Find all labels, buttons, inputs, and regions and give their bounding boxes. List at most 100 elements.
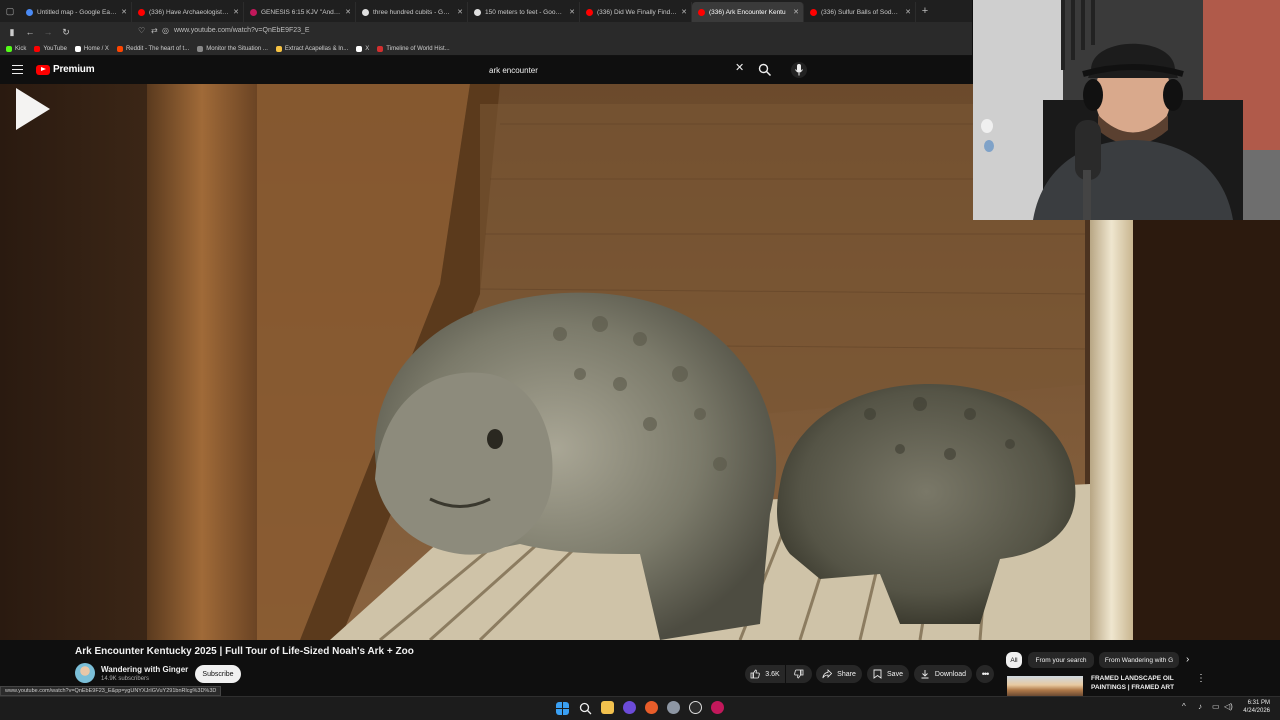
- bookmark-label: YouTube: [43, 45, 67, 52]
- site-info-icon[interactable]: ◎: [162, 26, 169, 35]
- youtube-logo[interactable]: Premium: [36, 64, 95, 75]
- video-title: Ark Encounter Kentucky 2025 | Full Tour …: [75, 646, 414, 657]
- bookmark-star-icon[interactable]: ♡: [138, 26, 145, 35]
- share-label: Share: [837, 670, 856, 678]
- reload-button[interactable]: ↻: [57, 23, 75, 41]
- firefox-icon[interactable]: [645, 701, 658, 714]
- tab-close-icon[interactable]: ✕: [793, 8, 799, 16]
- bookmark-favicon-icon: [377, 45, 384, 52]
- forward-button[interactable]: →: [39, 23, 57, 41]
- bookmarks-bar: Kick YouTube Home / X Reddit - The heart of…: [0, 42, 972, 56]
- network-icon[interactable]: ▭: [1212, 702, 1220, 711]
- windows-start-icon[interactable]: [556, 702, 569, 715]
- file-explorer-icon[interactable]: [601, 701, 614, 714]
- chip-all[interactable]: All: [1006, 652, 1022, 668]
- more-actions-button[interactable]: •••: [976, 665, 994, 683]
- thumbs-down-icon: [794, 669, 804, 679]
- tab-title: three hundred cubits - Google: [373, 8, 454, 16]
- status-bar-url: www.youtube.com/watch?v=QnEbE9F23_E&pp=y…: [0, 686, 222, 696]
- dislike-button[interactable]: [786, 665, 812, 683]
- tab-title: (336) Did We Finally Find Noah: [597, 8, 677, 16]
- app-icon[interactable]: [711, 701, 724, 714]
- tab-favicon-icon: [810, 8, 817, 16]
- tab-favicon-icon: [250, 8, 257, 16]
- tab-close-icon[interactable]: ✕: [121, 8, 127, 16]
- bookmark-label: Home / X: [83, 45, 109, 52]
- microphone-tray-icon[interactable]: ♪: [1198, 702, 1202, 711]
- tab-close-icon[interactable]: ✕: [345, 8, 351, 16]
- recommendation-title[interactable]: FRAMED LANDSCAPE OIL PAINTINGS | FRAMED …: [1091, 674, 1191, 692]
- bookmark-label: Reddit - The heart of t...: [125, 45, 190, 52]
- bookmark-item[interactable]: Home / X: [74, 45, 109, 52]
- address-bar: ▮ ← → ↻ ♡ ⇄ ◎ www.youtube.com/watch?v=Qn…: [0, 22, 972, 42]
- url-field[interactable]: www.youtube.com/watch?v=QnEbE9F23_E: [174, 27, 310, 34]
- browser-tab[interactable]: GENESIS 6:15 KJV "And this is t ✕: [244, 2, 356, 22]
- download-button[interactable]: Download: [914, 665, 972, 683]
- browser-tab-strip: ▢ Untitled map - Google Earth ✕ (336) Have…: [0, 0, 972, 22]
- volume-icon[interactable]: ◁): [1224, 702, 1233, 711]
- chip-from-your-search[interactable]: From your search: [1028, 652, 1094, 668]
- chevron-right-icon[interactable]: ›: [1186, 654, 1189, 665]
- tab-close-icon[interactable]: ✕: [233, 8, 239, 16]
- discord-icon[interactable]: [623, 701, 636, 714]
- logo-text: Premium: [53, 64, 95, 75]
- webcam-overlay: [973, 0, 1280, 220]
- browser-tab[interactable]: 150 meters to feet - Google Se ✕: [468, 2, 580, 22]
- bookmark-item[interactable]: Kick: [6, 45, 26, 52]
- chip-from-channel[interactable]: From Wandering with G: [1099, 652, 1179, 668]
- channel-name[interactable]: Wandering with Ginger: [101, 665, 188, 674]
- new-tab-button[interactable]: +: [916, 5, 934, 17]
- browser-tab[interactable]: (336) Sulfur Balls of Sodom and ✕: [804, 2, 916, 22]
- tab-favicon-icon: [362, 8, 369, 16]
- bookmark-item[interactable]: X: [356, 45, 370, 52]
- bookmark-icon: [873, 669, 882, 679]
- browser-tab[interactable]: Untitled map - Google Earth ✕: [20, 2, 132, 22]
- sidebar-toggle-icon[interactable]: ▮: [3, 23, 21, 41]
- save-button[interactable]: Save: [867, 665, 909, 683]
- search-input[interactable]: ark encounter: [484, 61, 752, 80]
- taskbar-search-icon[interactable]: [579, 702, 592, 715]
- menu-icon[interactable]: [12, 65, 23, 74]
- bookmark-label: X: [365, 45, 370, 52]
- browser-tab[interactable]: (336) Ark Encounter Kentu ✕: [692, 2, 804, 22]
- bookmark-favicon-icon: [356, 45, 363, 52]
- subscribe-button[interactable]: Subscribe: [195, 665, 241, 683]
- tab-title: GENESIS 6:15 KJV "And this is t: [261, 8, 341, 16]
- bookmark-item[interactable]: Monitor the Situation ...: [197, 45, 268, 52]
- bookmark-item[interactable]: Reddit - The heart of t...: [116, 45, 190, 52]
- tab-close-icon[interactable]: ✕: [905, 8, 911, 16]
- browser-tab[interactable]: (336) Have Archaeologists Foun ✕: [132, 2, 244, 22]
- recommendation-thumbnail[interactable]: [1007, 676, 1083, 696]
- channel-avatar[interactable]: [75, 663, 95, 683]
- like-button[interactable]: 3.6K: [745, 665, 785, 683]
- bookmark-favicon-icon: [197, 45, 204, 52]
- tab-close-icon[interactable]: ✕: [569, 8, 575, 16]
- bookmark-label: Timeline of World Hist...: [386, 45, 450, 52]
- browser-tab[interactable]: (336) Did We Finally Find Noah ✕: [580, 2, 692, 22]
- bookmark-favicon-icon: [275, 45, 282, 52]
- bookmark-item[interactable]: Timeline of World Hist...: [377, 45, 450, 52]
- bookmark-item[interactable]: Extract Acapellas & In...: [275, 45, 348, 52]
- play-button-icon[interactable]: [0, 84, 58, 134]
- taskbar-clock[interactable]: 6:31 PM 4/24/2026: [1236, 699, 1270, 715]
- share-button[interactable]: Share: [816, 665, 862, 683]
- recommendation-more-icon[interactable]: ⋮: [1196, 673, 1206, 684]
- clear-search-icon[interactable]: ✕: [735, 63, 744, 74]
- tab-close-icon[interactable]: ✕: [681, 8, 687, 16]
- webcam-image: [973, 0, 1280, 220]
- tab-search-icon[interactable]: ▢: [0, 0, 20, 22]
- back-button[interactable]: ←: [21, 23, 39, 41]
- search-icon[interactable]: [758, 63, 772, 77]
- site-settings-icon[interactable]: ⇄: [151, 26, 158, 35]
- browser-tab[interactable]: three hundred cubits - Google ✕: [356, 2, 468, 22]
- settings-gear-icon[interactable]: [667, 701, 680, 714]
- microphone-icon[interactable]: [791, 61, 807, 79]
- tray-overflow-icon[interactable]: ^: [1182, 702, 1186, 711]
- tab-title: (336) Have Archaeologists Foun: [149, 8, 229, 16]
- clock-date: 4/24/2026: [1243, 708, 1270, 714]
- tab-close-icon[interactable]: ✕: [457, 8, 463, 16]
- bookmark-item[interactable]: YouTube: [34, 45, 67, 52]
- download-label: Download: [934, 670, 967, 678]
- tabs-container: Untitled map - Google Earth ✕ (336) Have A…: [20, 0, 916, 22]
- obs-icon[interactable]: [689, 701, 702, 714]
